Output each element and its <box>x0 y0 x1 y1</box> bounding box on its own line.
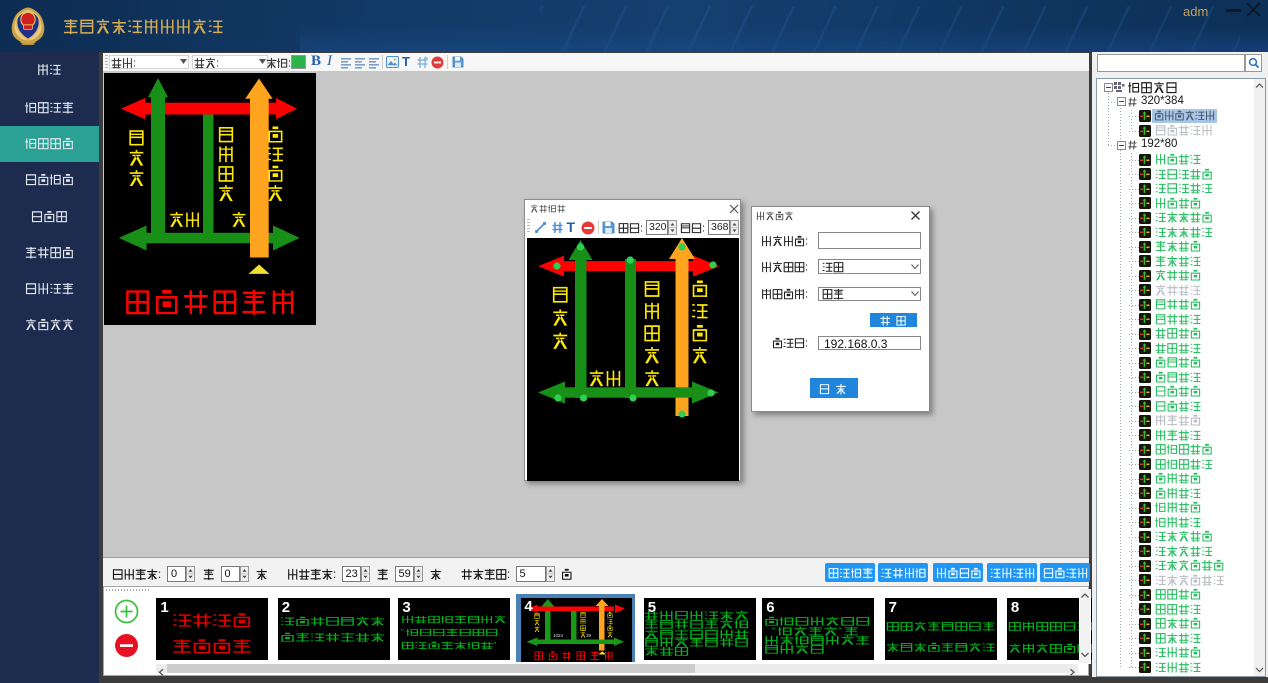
svg-text:": " <box>493 641 496 650</box>
svg-text:": " <box>401 628 404 637</box>
svg-text:39: 39 <box>586 633 592 638</box>
svg-text::: : <box>805 261 808 273</box>
svg-text::: : <box>333 569 336 581</box>
svg-text::: : <box>507 569 510 581</box>
svg-text::: : <box>133 57 136 69</box>
svg-text::: : <box>640 223 643 235</box>
svg-text::: : <box>805 338 808 350</box>
svg-text::: : <box>158 569 161 581</box>
svg-text::: : <box>216 57 219 69</box>
svg-text::: : <box>702 223 705 235</box>
svg-text:.: . <box>498 628 500 637</box>
svg-text:1024: 1024 <box>553 633 564 638</box>
svg-text::: : <box>805 235 808 247</box>
svg-text::: : <box>805 288 808 300</box>
